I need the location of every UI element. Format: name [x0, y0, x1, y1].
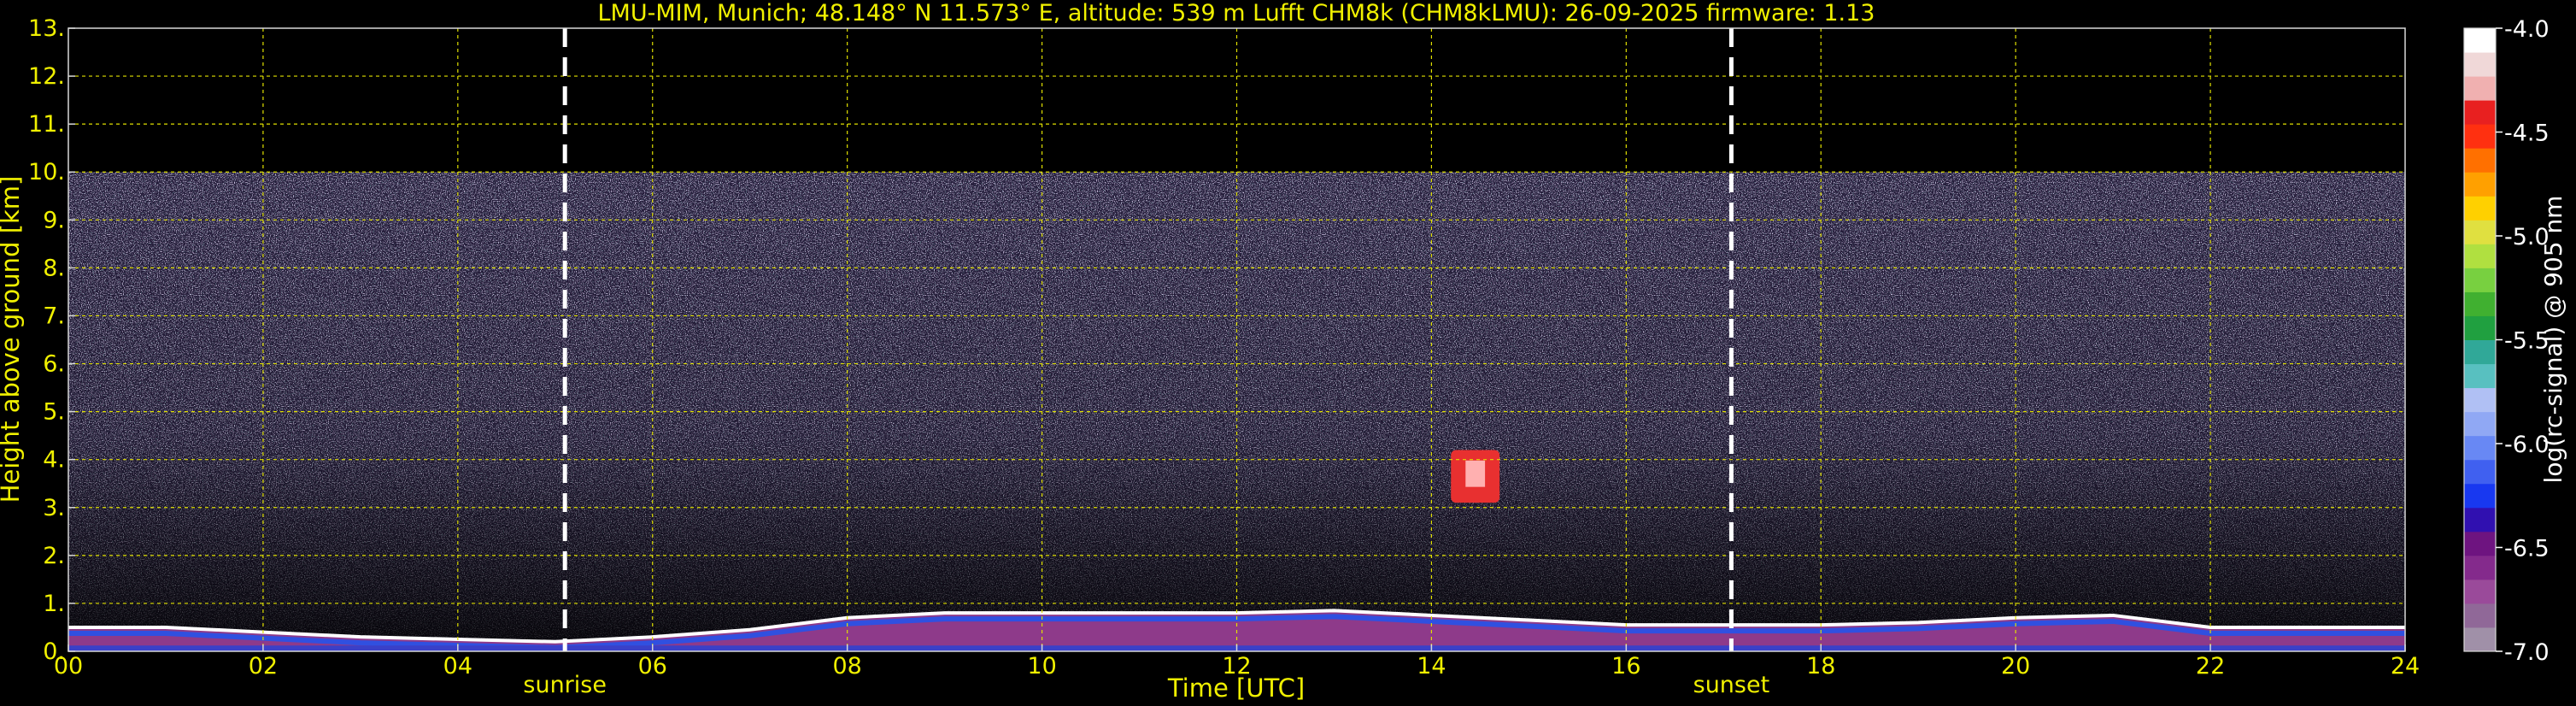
colorbar-segment: [2464, 28, 2496, 53]
colorbar-segment: [2464, 339, 2496, 365]
colorbar-tick-label: -4.5: [2504, 121, 2550, 147]
y-tick-label: 0.: [43, 638, 65, 665]
x-tick-label: 16: [1611, 653, 1640, 680]
colorbar-tick-label: -6.5: [2504, 536, 2550, 562]
colorbar-tick-label: -4.0: [2504, 16, 2550, 43]
sunset-label: sunset: [1693, 672, 1770, 698]
y-tick-label: 9.: [43, 207, 65, 233]
x-tick-label: 22: [2196, 653, 2225, 680]
colorbar: -4.0-4.5-5.0-5.5-6.0-6.5-7.0: [2463, 16, 2550, 666]
y-tick-label: 2.: [43, 543, 65, 569]
colorbar-segment: [2464, 507, 2496, 532]
colorbar-segment: [2464, 555, 2496, 580]
x-tick-label: 24: [2391, 653, 2420, 680]
colorbar-segment: [2464, 483, 2496, 509]
colorbar-segment: [2464, 363, 2496, 389]
colorbar-segment: [2464, 459, 2496, 485]
x-tick-label: 08: [832, 653, 861, 680]
y-tick-label: 11.: [28, 111, 65, 138]
y-tick-label: 5.: [43, 399, 65, 426]
colorbar-segment: [2464, 291, 2496, 316]
colorbar-segment: [2464, 315, 2496, 340]
y-tick-label: 13.: [28, 15, 65, 42]
colorbar-segment: [2464, 387, 2496, 413]
colorbar-tick-label: -7.0: [2504, 639, 2550, 666]
colorbar-segment: [2464, 220, 2496, 244]
chart-title: LMU-MIM, Munich; 48.148° N 11.573° E, al…: [598, 0, 1875, 26]
colorbar-segment: [2464, 411, 2496, 437]
colorbar-segment: [2464, 531, 2496, 556]
y-tick-label: 3.: [43, 495, 65, 521]
y-tick-label: 12.: [28, 63, 65, 90]
y-tick-label: 7.: [43, 303, 65, 329]
y-axis-label: Height above ground [km]: [0, 176, 25, 503]
x-tick-label: 04: [443, 653, 472, 680]
colorbar-segment: [2464, 100, 2496, 125]
colorbar-segment: [2464, 268, 2496, 292]
x-tick-label: 06: [638, 653, 667, 680]
x-tick-label: 18: [1806, 653, 1835, 680]
colorbar-segment: [2464, 244, 2496, 268]
colorbar-segment: [2464, 148, 2496, 173]
y-tick-label: 1.: [43, 591, 65, 617]
colorbar-segment: [2464, 76, 2496, 101]
colorbar-segment: [2464, 52, 2496, 77]
x-tick-label: 14: [1417, 653, 1446, 680]
ceilometer-chart: LMU-MIM, Munich; 48.148° N 11.573° E, al…: [0, 0, 2567, 703]
colorbar-segment: [2464, 196, 2496, 221]
x-tick-label: 20: [2001, 653, 2030, 680]
y-tick-label: 10.: [28, 159, 65, 185]
x-tick-label: 02: [249, 653, 278, 680]
y-tick-label: 6.: [43, 351, 65, 378]
x-tick-label: 10: [1027, 653, 1056, 680]
y-tick-label: 4.: [43, 447, 65, 474]
colorbar-segment: [2464, 627, 2496, 652]
colorbar-segment: [2464, 172, 2496, 197]
cloud-group: [1451, 450, 1500, 503]
y-tick-label: 8.: [43, 255, 65, 281]
x-axis-label: Time [UTC]: [1167, 674, 1305, 703]
colorbar-segment: [2464, 435, 2496, 461]
colorbar-segment: [2464, 579, 2496, 604]
sunrise-label: sunrise: [523, 672, 607, 698]
colorbar-segment: [2464, 124, 2496, 149]
cloud-core: [1465, 460, 1486, 487]
colorbar-segment: [2464, 603, 2496, 628]
colorbar-label: log(rc-signal) @ 905 nm: [2539, 196, 2567, 484]
